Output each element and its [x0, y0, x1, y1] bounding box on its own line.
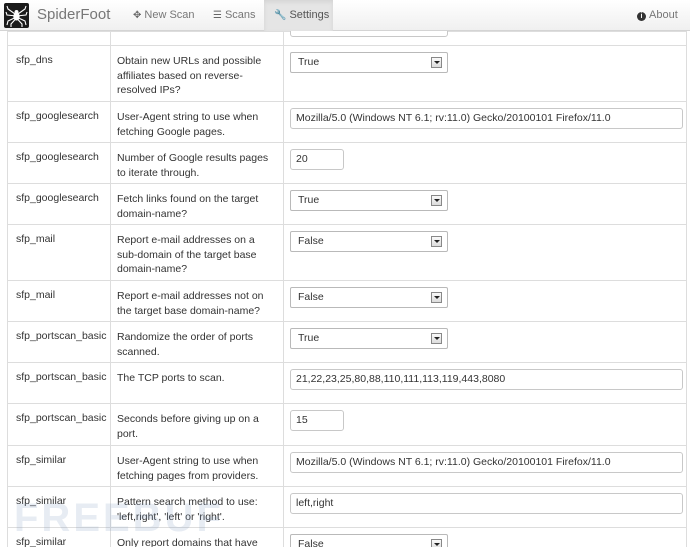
setting-input[interactable]: 15 — [290, 410, 344, 431]
table-row: sfp_mail Report e-mail addresses on a su… — [7, 225, 687, 281]
setting-select[interactable]: True — [290, 190, 448, 211]
setting-description: Fetch links found on the target domain-n… — [110, 184, 283, 224]
setting-input[interactable]: Mozilla/5.0 (Windows NT 6.1; rv:11.0) Ge… — [290, 108, 683, 129]
nav-settings-label: Settings — [289, 9, 330, 21]
setting-description: Report e-mail addresses on a sub-domain … — [110, 225, 283, 280]
crosshair-icon: ✥ — [133, 10, 142, 21]
setting-input[interactable]: left,right — [290, 493, 683, 514]
select-value: True — [298, 332, 320, 344]
module-name: sfp_googlesearch — [7, 184, 110, 224]
module-name: sfp_similar — [7, 528, 110, 547]
setting-input[interactable]: 21,22,23,25,80,88,110,111,113,119,443,80… — [290, 369, 683, 390]
nav-about-label: About — [649, 9, 678, 21]
nav-scans[interactable]: ☰ Scans — [203, 0, 266, 31]
value-cell: 21,22,23,25,80,88,110,111,113,119,443,80… — [283, 363, 687, 403]
value-cell: 20 — [283, 143, 687, 183]
chevron-down-icon — [431, 57, 442, 68]
select-value: False — [298, 538, 324, 547]
table-row: sfp_googlesearch Number of Google result… — [7, 143, 687, 184]
select-value: True — [298, 56, 320, 68]
settings-table: sfp_dns Obtain new URLs and possible aff… — [7, 16, 687, 547]
top-navbar: SpiderFoot ✥ New Scan ☰ Scans 🔧 Settings iA… — [0, 0, 690, 31]
value-cell: left,right — [283, 487, 687, 527]
chevron-down-icon — [431, 539, 442, 547]
nav-scans-label: Scans — [224, 9, 256, 21]
module-name: sfp_portscan_basic — [7, 322, 110, 362]
setting-select[interactable]: True — [290, 328, 448, 349]
spider-logo-icon — [4, 3, 29, 28]
module-name: sfp_similar — [7, 487, 110, 527]
setting-description: Seconds before giving up on a port. — [110, 404, 283, 445]
nav-new-scan-label: New Scan — [144, 9, 195, 21]
chevron-down-icon — [431, 333, 442, 344]
value-cell: True — [283, 46, 687, 101]
setting-input[interactable]: 20 — [290, 149, 344, 170]
module-name: sfp_portscan_basic — [7, 404, 110, 445]
nav-about[interactable]: i About — [627, 0, 688, 31]
setting-description: User-Agent string to use when fetching p… — [110, 446, 283, 486]
chevron-down-icon — [431, 292, 442, 303]
setting-description: Obtain new URLs and possible affiliates … — [110, 46, 283, 101]
value-cell: Mozilla/5.0 (Windows NT 6.1; rv:11.0) Ge… — [283, 102, 687, 142]
setting-input[interactable]: Mozilla/5.0 (Windows NT 6.1; rv:11.0) Ge… — [290, 452, 683, 473]
module-name: sfp_googlesearch — [7, 143, 110, 183]
setting-description: Pattern search method to use: 'left,righ… — [110, 487, 283, 527]
module-name: sfp_similar — [7, 446, 110, 486]
table-row: sfp_googlesearch Fetch links found on th… — [7, 184, 687, 225]
chevron-down-icon — [431, 236, 442, 247]
table-row: sfp_similar Only report domains that hav… — [7, 528, 687, 547]
value-cell: False — [283, 281, 687, 321]
setting-description: The TCP ports to scan. — [110, 363, 283, 403]
value-cell: True — [283, 322, 687, 362]
value-cell: False — [283, 528, 687, 547]
setting-select[interactable]: False — [290, 287, 448, 308]
module-name: sfp_googlesearch — [7, 102, 110, 142]
wrench-icon: 🔧 — [274, 10, 287, 21]
setting-description: Randomize the order of ports scanned. — [110, 322, 283, 362]
setting-description: Report e-mail addresses not on the targe… — [110, 281, 283, 321]
table-row: sfp_mail Report e-mail addresses not on … — [7, 281, 687, 322]
setting-select[interactable]: False — [290, 231, 448, 252]
setting-description: Only report domains that have — [110, 528, 283, 547]
module-name: sfp_mail — [7, 281, 110, 321]
value-cell: False — [283, 225, 687, 280]
table-row: sfp_portscan_basic The TCP ports to scan… — [7, 363, 687, 404]
value-cell: True — [283, 184, 687, 224]
info-icon: i — [637, 12, 646, 21]
nav-new-scan[interactable]: ✥ New Scan — [123, 0, 205, 31]
module-name: sfp_dns — [7, 46, 110, 101]
table-row: sfp_portscan_basic Randomize the order o… — [7, 322, 687, 363]
setting-select[interactable]: True — [290, 52, 448, 73]
select-value: False — [298, 235, 324, 247]
value-cell: Mozilla/5.0 (Windows NT 6.1; rv:11.0) Ge… — [283, 446, 687, 486]
nav-settings[interactable]: 🔧 Settings — [264, 0, 333, 31]
table-row: sfp_portscan_basic Seconds before giving… — [7, 404, 687, 446]
list-icon: ☰ — [213, 10, 222, 21]
setting-select[interactable]: False — [290, 534, 448, 547]
module-name: sfp_portscan_basic — [7, 363, 110, 403]
setting-description: Number of Google results pages to iterat… — [110, 143, 283, 183]
brand-title[interactable]: SpiderFoot — [37, 6, 110, 23]
module-name: sfp_mail — [7, 225, 110, 280]
table-row: sfp_similar Pattern search method to use… — [7, 487, 687, 528]
table-row: sfp_similar User-Agent string to use whe… — [7, 446, 687, 487]
select-value: False — [298, 291, 324, 303]
table-row: sfp_dns Obtain new URLs and possible aff… — [7, 46, 687, 102]
chevron-down-icon — [431, 195, 442, 206]
table-row: sfp_googlesearch User-Agent string to us… — [7, 102, 687, 143]
select-value: True — [298, 194, 320, 206]
value-cell: 15 — [283, 404, 687, 445]
setting-description: User-Agent string to use when fetching G… — [110, 102, 283, 142]
